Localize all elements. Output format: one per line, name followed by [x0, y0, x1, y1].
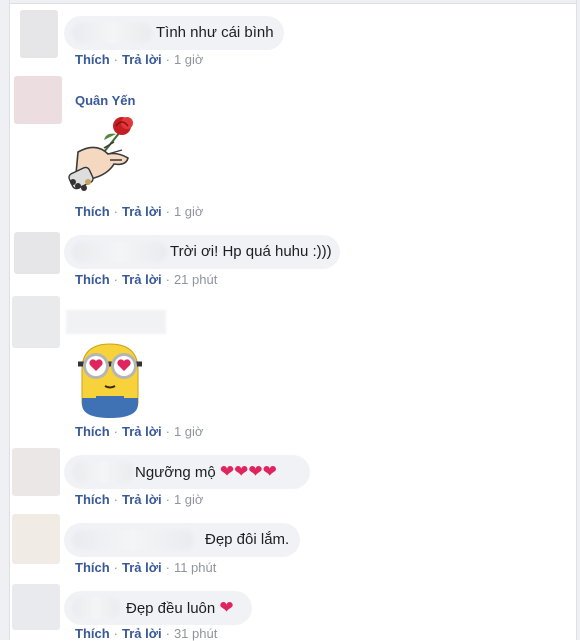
comment-text-label: Ngưỡng mộ [135, 464, 216, 481]
separator: · [165, 492, 170, 507]
blurred-author-name[interactable] [72, 598, 120, 618]
avatar[interactable] [12, 584, 60, 630]
separator: · [113, 492, 119, 507]
comment-author[interactable]: Quân Yến [75, 93, 135, 108]
timestamp[interactable]: 11 phút [174, 560, 216, 575]
blurred-author-name[interactable] [72, 530, 194, 550]
avatar[interactable] [14, 232, 60, 274]
reply-link[interactable]: Trả lời [122, 272, 162, 287]
like-link[interactable]: Thích [75, 52, 110, 67]
comment-actions: Thích · Trả lời · 31 phút [75, 626, 217, 641]
reply-link[interactable]: Trả lời [122, 52, 162, 67]
reply-link[interactable]: Trả lời [122, 560, 162, 575]
comment-bubble: Trời ơi! Hp quá huhu :))) [64, 235, 340, 269]
separator: · [165, 272, 170, 287]
like-link[interactable]: Thích [75, 204, 110, 219]
comment-actions: Thích · Trả lời · 21 phút [75, 272, 217, 287]
blurred-author-name[interactable] [72, 462, 134, 482]
comment-bubble: Tình như cái bình [64, 16, 284, 50]
timestamp[interactable]: 1 giờ [174, 492, 204, 507]
like-link[interactable]: Thích [75, 424, 110, 439]
blurred-author-name[interactable] [72, 242, 167, 262]
comment-bubble: Đẹp đều luôn ❤ [64, 591, 252, 625]
comment-bubble: Ngưỡng mộ ❤❤❤❤ [64, 455, 310, 489]
comment-actions: Thích · Trả lời · 1 giờ [75, 424, 203, 439]
frame-left [0, 0, 10, 640]
comment-bubble: Đẹp đôi lắm. [64, 523, 300, 557]
blurred-author-name[interactable] [66, 310, 166, 334]
separator: · [165, 204, 170, 219]
timestamp[interactable]: 21 phút [174, 272, 217, 287]
separator: · [113, 52, 119, 67]
like-link[interactable]: Thích [75, 560, 110, 575]
separator: · [165, 626, 170, 641]
heart-icon: ❤❤❤❤ [219, 462, 277, 481]
heart-icon: ❤ [219, 598, 234, 617]
timestamp[interactable]: 31 phút [174, 626, 217, 641]
frame-right [576, 0, 580, 640]
reply-link[interactable]: Trả lời [122, 204, 162, 219]
comment-text: Đẹp đôi lắm. [205, 531, 290, 548]
rose-hand-sticker [64, 112, 150, 200]
reply-link[interactable]: Trả lời [122, 492, 162, 507]
timestamp[interactable]: 1 giờ [174, 52, 204, 67]
separator: · [165, 52, 170, 67]
separator: · [113, 204, 119, 219]
separator: · [113, 560, 119, 575]
comment-text: Đẹp đều luôn ❤ [126, 591, 234, 625]
separator: · [113, 424, 119, 439]
reply-link[interactable]: Trả lời [122, 626, 162, 641]
timestamp[interactable]: 1 giờ [174, 204, 204, 219]
like-link[interactable]: Thích [75, 272, 110, 287]
comment-text: Trời ơi! Hp quá huhu :))) [170, 243, 332, 260]
separator: · [165, 560, 170, 575]
comment-text: Ngưỡng mộ ❤❤❤❤ [135, 455, 277, 489]
like-link[interactable]: Thích [75, 492, 110, 507]
avatar[interactable] [12, 296, 60, 348]
comment-text-label: Đẹp đều luôn [126, 600, 216, 617]
timestamp[interactable]: 1 giờ [174, 424, 204, 439]
blurred-author-name[interactable] [72, 23, 152, 43]
minion-heart-eyes-sticker [72, 340, 148, 420]
comment-actions: Thích · Trả lời · 1 giờ [75, 492, 203, 507]
comment-text: Tình như cái bình [156, 24, 274, 41]
separator: · [165, 424, 170, 439]
frame-top [0, 0, 580, 4]
comment-actions: Thích · Trả lời · 1 giờ [75, 204, 203, 219]
avatar[interactable] [14, 76, 62, 124]
reply-link[interactable]: Trả lời [122, 424, 162, 439]
avatar[interactable] [12, 448, 60, 496]
avatar[interactable] [12, 514, 60, 564]
separator: · [113, 272, 119, 287]
avatar[interactable] [20, 10, 58, 58]
comment-actions: Thích · Trả lời · 11 phút [75, 560, 216, 575]
separator: · [113, 626, 119, 641]
comment-actions: Thích · Trả lời · 1 giờ [75, 52, 203, 67]
like-link[interactable]: Thích [75, 626, 110, 641]
